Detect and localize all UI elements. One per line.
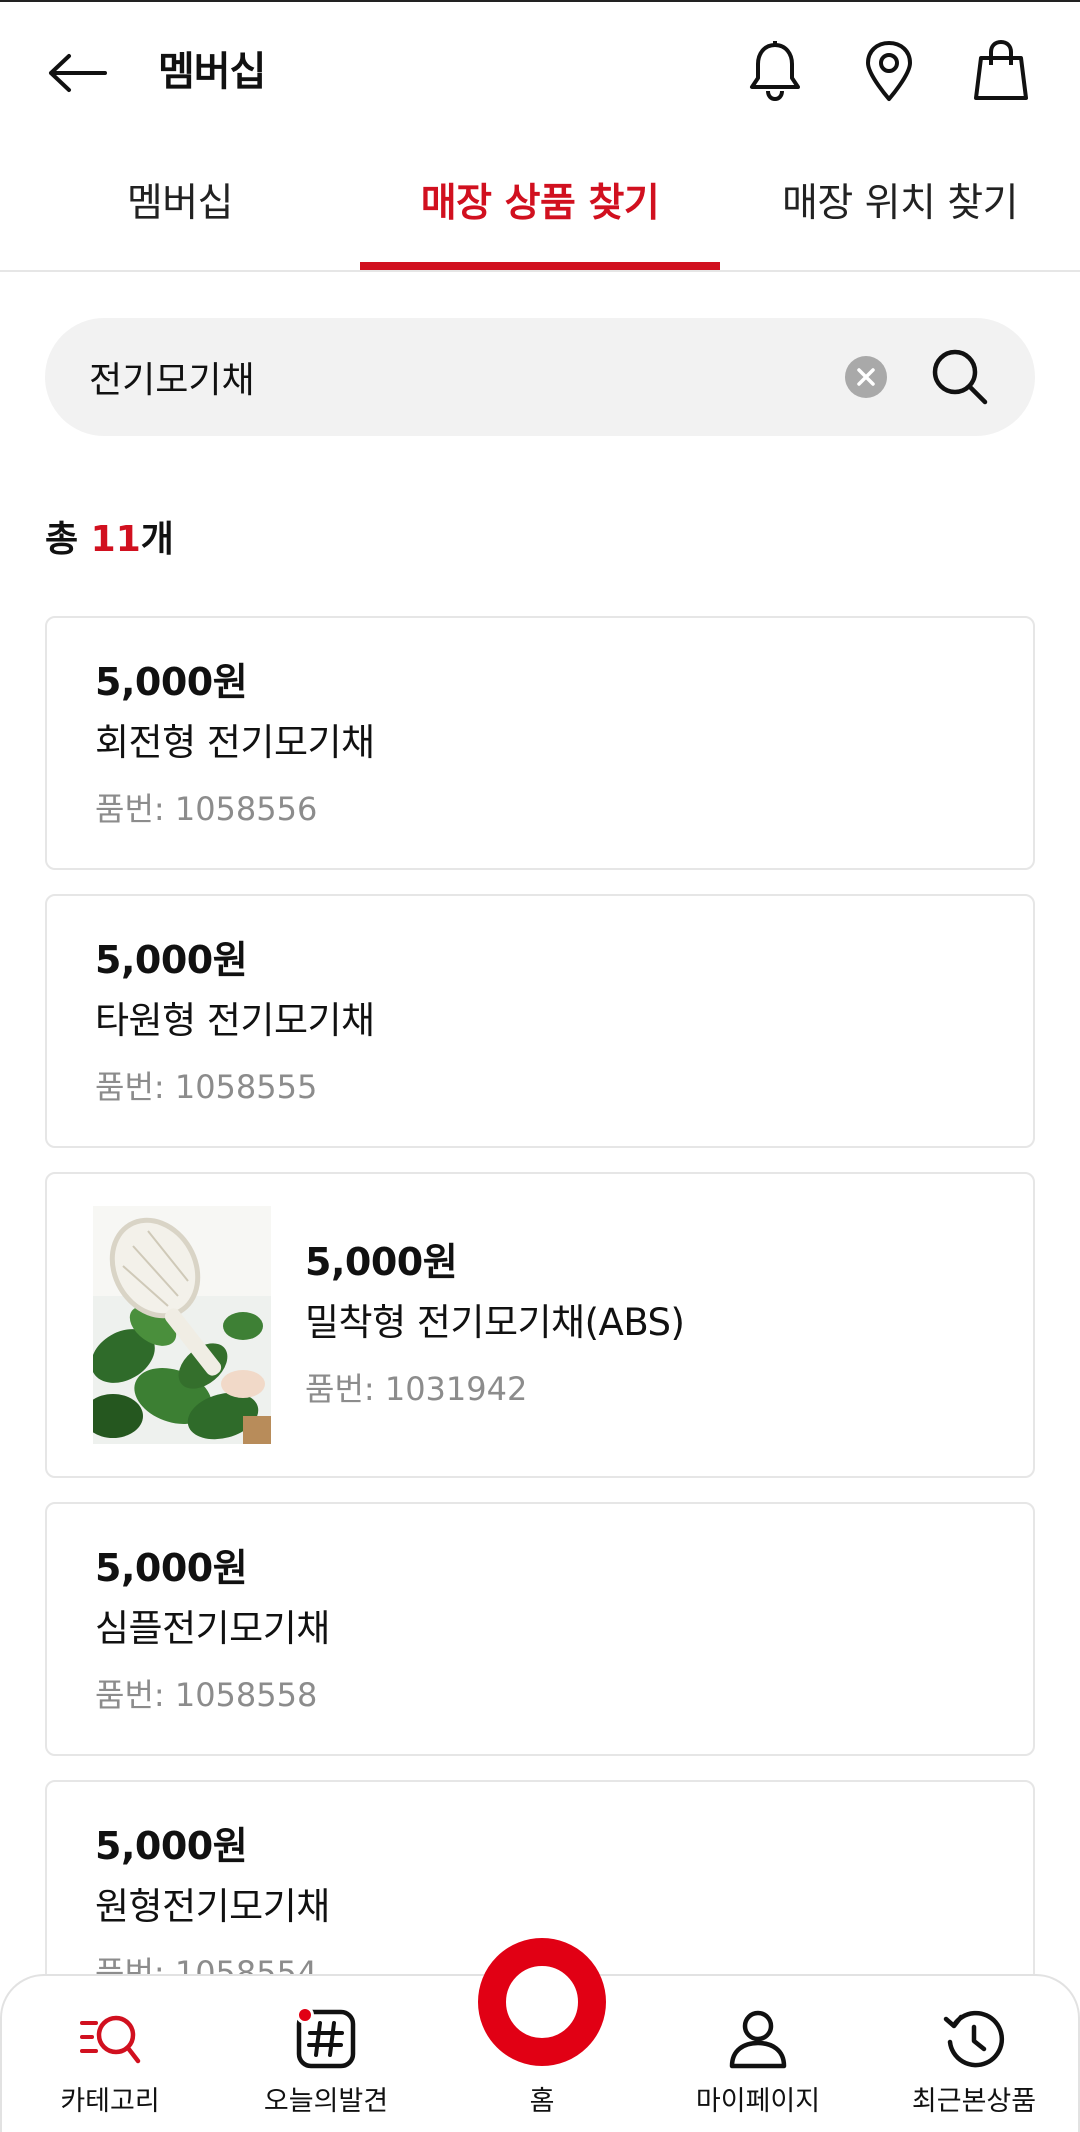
product-name: 타원형 전기모기채 — [95, 999, 375, 1042]
product-price: 5,000원 — [95, 938, 248, 982]
nav-label: 홈 — [529, 2086, 555, 2117]
product-card[interactable]: 5,000원 타원형 전기모기채 품번: 1058555 — [45, 894, 1035, 1148]
nav-my-page[interactable]: 마이페이지 — [650, 1976, 866, 2132]
product-list: 5,000원 회전형 전기모기채 품번: 1058556 5,000원 타원형 … — [45, 616, 1035, 1974]
new-badge — [296, 2006, 314, 2024]
history-icon — [943, 2010, 1005, 2068]
back-button[interactable] — [44, 40, 110, 106]
nav-recently-viewed[interactable]: 최근본상품 — [866, 1976, 1080, 2132]
person-icon — [729, 2010, 787, 2069]
cart-button[interactable] — [968, 36, 1034, 106]
bell-icon — [750, 41, 800, 102]
nav-category[interactable]: 카테고리 — [2, 1976, 218, 2132]
close-icon — [857, 368, 875, 386]
nav-today-discovery[interactable]: 오늘의발견 — [218, 1976, 434, 2132]
product-card[interactable]: 5,000원 심플전기모기채 품번: 1058558 — [45, 1502, 1035, 1756]
product-name: 밀착형 전기모기채(ABS) — [305, 1301, 685, 1344]
active-tab-indicator — [360, 262, 720, 270]
app-header: 멤버십 — [0, 0, 1080, 140]
result-count-number: 11 — [90, 519, 141, 560]
search-input[interactable] — [89, 348, 849, 406]
category-search-icon — [80, 2015, 141, 2064]
product-thumbnail — [93, 1206, 271, 1444]
product-price: 5,000원 — [305, 1240, 458, 1284]
product-price: 5,000원 — [95, 660, 248, 704]
product-code: 품번: 1058554 — [95, 1954, 318, 1974]
product-name: 원형전기모기채 — [95, 1885, 330, 1928]
nav-label: 카테고리 — [60, 2086, 160, 2117]
product-card[interactable]: 5,000원 회전형 전기모기채 품번: 1058556 — [45, 616, 1035, 870]
store-location-button[interactable] — [856, 36, 922, 106]
product-code: 품번: 1031942 — [305, 1370, 528, 1408]
clear-search-button[interactable] — [845, 356, 887, 398]
product-name: 심플전기모기채 — [95, 1607, 330, 1650]
product-price: 5,000원 — [95, 1824, 248, 1868]
nav-label: 오늘의발견 — [263, 2086, 389, 2117]
search-button[interactable] — [925, 342, 995, 412]
result-count-prefix: 총 — [45, 519, 91, 560]
tab-store-location-search[interactable]: 매장 위치 찾기 — [740, 174, 1060, 234]
product-price: 5,000원 — [95, 1546, 248, 1590]
notifications-button[interactable] — [742, 36, 808, 106]
product-code: 품번: 1058556 — [95, 790, 318, 828]
product-code: 품번: 1058558 — [95, 1676, 318, 1714]
product-name: 회전형 전기모기채 — [95, 721, 375, 764]
location-pin-icon — [866, 41, 912, 101]
search-icon — [932, 349, 988, 405]
tab-store-product-search[interactable]: 매장 상품 찾기 — [360, 174, 720, 234]
result-count: 총 11개 — [45, 514, 174, 566]
search-bar — [45, 318, 1035, 436]
home-ring-icon[interactable] — [478, 1938, 606, 2066]
result-count-suffix: 개 — [140, 519, 174, 560]
product-card[interactable]: 5,000원 밀착형 전기모기채(ABS) 품번: 1031942 — [45, 1172, 1035, 1478]
nav-label: 최근본상품 — [911, 2086, 1037, 2117]
shopping-bag-icon — [974, 40, 1028, 100]
page-title: 멤버십 — [158, 49, 266, 95]
tab-membership[interactable]: 멤버십 — [60, 174, 300, 234]
product-code: 품번: 1058555 — [95, 1068, 318, 1106]
nav-label: 마이페이지 — [695, 2086, 821, 2117]
back-arrow-icon — [49, 54, 107, 92]
tab-bar: 멤버십 매장 상품 찾기 매장 위치 찾기 — [0, 150, 1080, 272]
